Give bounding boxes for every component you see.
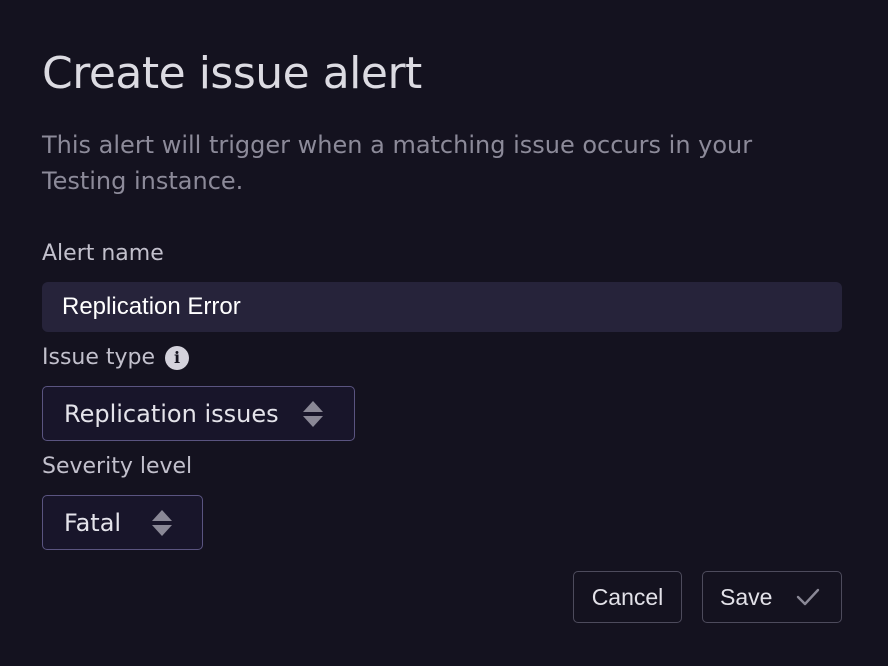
dialog-description: This alert will trigger when a matching …	[42, 131, 753, 195]
create-issue-alert-dialog: Create issue alert This alert will trigg…	[0, 0, 888, 666]
checkmark-icon	[796, 588, 820, 606]
issue-type-label-text: Issue type	[42, 345, 156, 370]
cancel-button[interactable]: Cancel	[573, 571, 682, 623]
select-arrows-icon	[152, 510, 172, 536]
severity-level-select[interactable]: Fatal	[42, 495, 203, 550]
dialog-title: Create issue alert	[42, 48, 422, 99]
info-icon[interactable]: i	[165, 345, 190, 370]
save-button[interactable]: Save	[702, 571, 842, 623]
severity-selected-value: Fatal	[64, 508, 122, 537]
cancel-button-label: Cancel	[591, 583, 664, 610]
issue-type-selected-value: Replication issues	[64, 399, 279, 428]
issue-type-label: Issue type i	[42, 345, 190, 370]
alert-name-label-text: Alert name	[42, 241, 164, 266]
alert-name-input[interactable]	[42, 282, 842, 332]
severity-level-label-text: Severity level	[42, 454, 193, 479]
select-arrows-icon	[303, 401, 323, 427]
save-button-label: Save	[720, 583, 773, 610]
alert-name-label: Alert name	[42, 241, 164, 266]
issue-type-select[interactable]: Replication issues	[42, 386, 355, 441]
severity-level-label: Severity level	[42, 454, 192, 479]
